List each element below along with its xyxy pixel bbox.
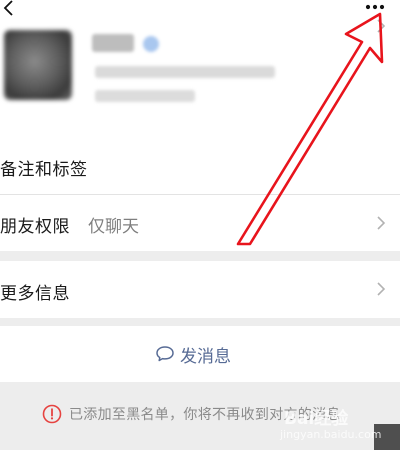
section-gap: [0, 318, 400, 326]
section-gap: [0, 251, 400, 261]
send-message-button[interactable]: 发消息: [0, 326, 400, 382]
chevron-left-icon: [3, 0, 13, 16]
avatar[interactable]: [4, 30, 72, 100]
friend-permission-row[interactable]: 朋友权限 仅聊天: [0, 195, 400, 251]
more-info-label: 更多信息: [0, 284, 70, 304]
profile-header: [0, 0, 400, 140]
back-button[interactable]: [0, 0, 20, 20]
more-options-button[interactable]: [360, 0, 390, 16]
watermark-url: jingyan.baidu.com: [280, 428, 382, 441]
send-message-label: 发消息: [180, 346, 231, 367]
gender-icon: [143, 36, 159, 52]
watermark-text: Bai经验: [284, 409, 349, 429]
remark-and-tags-label: 备注和标签: [0, 160, 88, 180]
more-info-row[interactable]: 更多信息: [0, 261, 400, 318]
nickname-redacted: [92, 34, 134, 52]
chevron-right-icon: [377, 216, 386, 230]
wechat-id-redacted: [95, 66, 275, 78]
region-redacted: [95, 90, 195, 102]
friend-permission-value: 仅聊天: [88, 217, 139, 237]
alert-circle-icon: [42, 404, 62, 424]
more-dots-icon: [365, 4, 385, 10]
chevron-right-icon: [377, 19, 386, 33]
watermark: Bai经验 jingyan.baidu.com: [274, 398, 400, 450]
chevron-right-icon: [377, 282, 386, 296]
send-message-content: 发消息: [155, 343, 231, 367]
friend-permission-label: 朋友权限: [0, 217, 70, 237]
remark-and-tags-row[interactable]: 备注和标签: [0, 19, 400, 194]
chat-bubble-icon: [156, 346, 174, 362]
